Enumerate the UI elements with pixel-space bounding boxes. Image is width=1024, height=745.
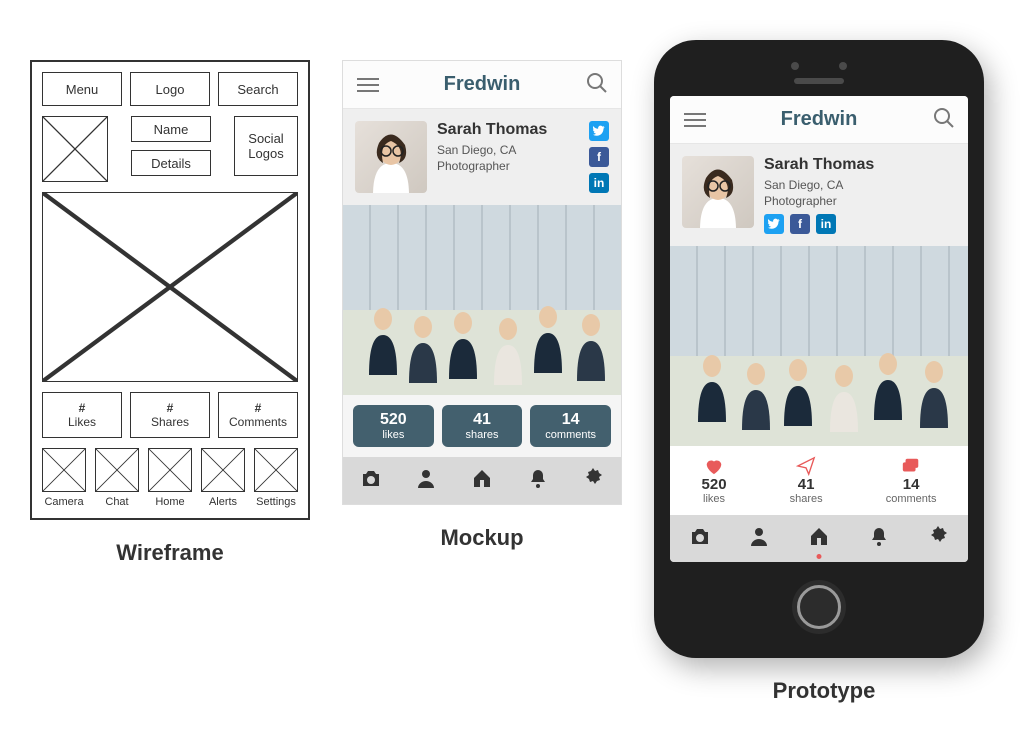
mock-header: Fredwin [343, 61, 621, 109]
bell-icon[interactable] [868, 525, 890, 552]
prototype-column: Fredwin [654, 60, 994, 704]
proto-profile: Sarah Thomas San Diego, CA Photographer … [670, 144, 968, 246]
wf-menu[interactable]: Menu [42, 72, 122, 106]
comment-icon [886, 456, 937, 476]
linkedin-icon[interactable]: in [589, 173, 609, 193]
user-icon[interactable] [748, 525, 770, 552]
proto-header: Fredwin [670, 96, 968, 144]
nav-active-dot [817, 554, 822, 559]
stat-shares[interactable]: 41 shares [442, 405, 523, 447]
profile-name: Sarah Thomas [437, 121, 579, 139]
gear-icon[interactable] [582, 467, 604, 494]
caption-mockup: Mockup [440, 525, 523, 551]
twitter-icon[interactable] [589, 121, 609, 141]
caption-prototype: Prototype [773, 678, 876, 704]
phone-speaker [654, 62, 984, 84]
wireframe-column: Menu Logo Search Name Details Social Log… [30, 60, 310, 566]
avatar[interactable] [682, 156, 754, 228]
profile-role: Photographer [437, 159, 579, 173]
wf-search[interactable]: Search [218, 72, 298, 106]
wf-shares[interactable]: # Shares [130, 392, 210, 438]
profile-name: Sarah Thomas [764, 156, 956, 174]
mock-main-image [343, 205, 621, 395]
profile-location: San Diego, CA [437, 143, 579, 157]
proto-nav [670, 515, 968, 562]
wf-comments[interactable]: # Comments [218, 392, 298, 438]
twitter-icon[interactable] [764, 214, 784, 234]
wf-avatar-placeholder [42, 116, 108, 182]
linkedin-icon[interactable]: in [816, 214, 836, 234]
stat-shares[interactable]: 41 shares [790, 456, 823, 505]
camera-icon[interactable] [689, 525, 711, 552]
search-icon[interactable] [932, 106, 954, 133]
proto-main-image [670, 246, 968, 446]
wf-nav-chat[interactable]: Chat [95, 448, 139, 508]
wf-nav-alerts[interactable]: Alerts [201, 448, 245, 508]
stat-comments[interactable]: 14 comments [530, 405, 611, 447]
wf-likes[interactable]: # Likes [42, 392, 122, 438]
wf-logo: Logo [130, 72, 210, 106]
wf-nav-settings[interactable]: Settings [254, 448, 298, 508]
gear-icon[interactable] [927, 525, 949, 552]
mock-nav [343, 457, 621, 504]
heart-icon [702, 456, 727, 476]
hamburger-icon[interactable] [357, 78, 379, 92]
send-icon [790, 456, 823, 476]
user-icon[interactable] [415, 467, 437, 494]
app-title: Fredwin [781, 108, 858, 131]
app-title: Fredwin [444, 73, 521, 96]
prototype-app: Fredwin [670, 96, 968, 562]
mock-stats: 520 likes 41 shares 14 comments [343, 395, 621, 457]
stat-likes[interactable]: 520 likes [702, 456, 727, 505]
wireframe-app: Menu Logo Search Name Details Social Log… [30, 60, 310, 520]
caption-wireframe: Wireframe [116, 540, 223, 566]
camera-icon[interactable] [360, 467, 382, 494]
mock-profile: Sarah Thomas San Diego, CA Photographer … [343, 109, 621, 205]
facebook-icon[interactable]: f [790, 214, 810, 234]
wf-name: Name [131, 116, 211, 142]
wf-social[interactable]: Social Logos [234, 116, 298, 176]
proto-stats: 520 likes 41 shares 14 comments [670, 446, 968, 515]
home-icon[interactable] [808, 525, 830, 552]
home-icon[interactable] [471, 467, 493, 494]
wf-main-image [42, 192, 298, 382]
bell-icon[interactable] [527, 467, 549, 494]
stat-likes[interactable]: 520 likes [353, 405, 434, 447]
phone-device: Fredwin [654, 40, 984, 658]
mockup-column: Fredwin Sarah Th [342, 60, 622, 551]
wf-details: Details [131, 150, 211, 176]
wf-nav-home[interactable]: Home [148, 448, 192, 508]
phone-home-button[interactable] [792, 580, 846, 634]
facebook-icon[interactable]: f [589, 147, 609, 167]
hamburger-icon[interactable] [684, 113, 706, 127]
stat-comments[interactable]: 14 comments [886, 456, 937, 505]
profile-location: San Diego, CA [764, 178, 956, 192]
avatar[interactable] [355, 121, 427, 193]
mockup-app: Fredwin Sarah Th [342, 60, 622, 505]
wf-nav-camera[interactable]: Camera [42, 448, 86, 508]
profile-role: Photographer [764, 194, 956, 208]
search-icon[interactable] [585, 71, 607, 98]
